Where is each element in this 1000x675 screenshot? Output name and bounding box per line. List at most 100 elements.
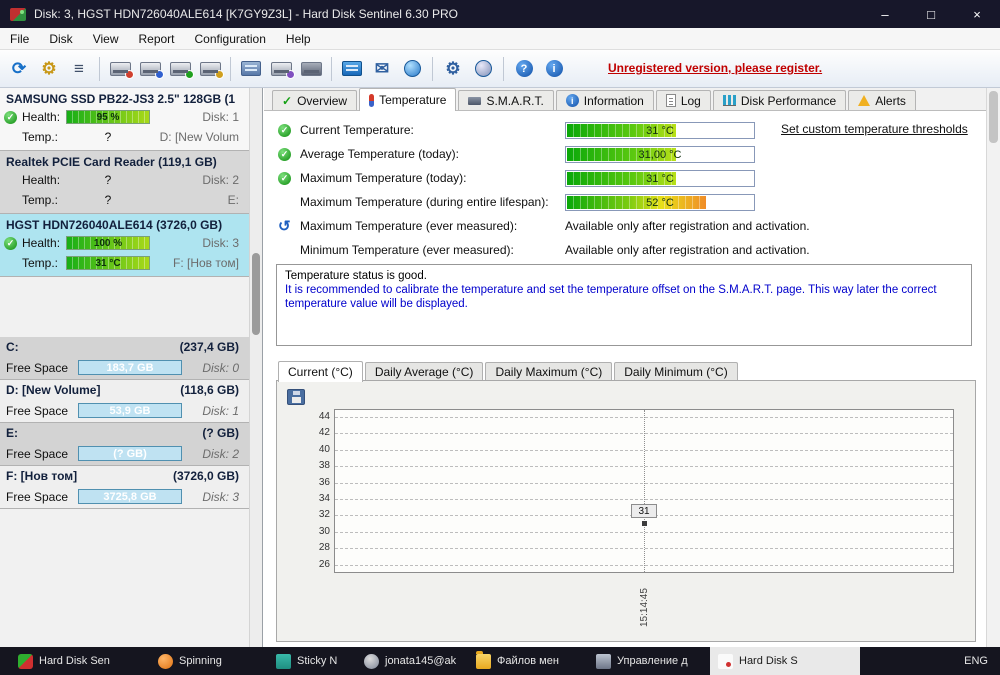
status-ok-icon: ✓ — [278, 147, 291, 161]
info-icon[interactable]: i — [540, 55, 568, 83]
content-scrollbar-thumb[interactable] — [989, 91, 998, 143]
taskbar-hard-disk-sentinel-active[interactable]: Hard Disk S — [710, 647, 860, 675]
disk-dark-icon[interactable] — [297, 55, 325, 83]
disk-entry-samsung[interactable]: SAMSUNG SSD PB22-JS3 2.5" 128GB (1 ✓ Hea… — [0, 88, 249, 151]
temperature-rows: ✓ Current Temperature: 31 °C ✓ Average T… — [278, 118, 978, 262]
partition-name: C: — [6, 340, 19, 354]
status-line-2: It is recommended to calibrate the tempe… — [285, 284, 937, 310]
temp-row-label: Minimum Temperature (ever measured): — [300, 243, 514, 257]
partition-entry-f[interactable]: F: [Нов том] (3726,0 GB) Free Space 3725… — [0, 466, 249, 509]
content-scrollbar[interactable] — [986, 88, 1000, 647]
partition-entry-d[interactable]: D: [New Volume] (118,6 GB) Free Space 53… — [0, 380, 249, 423]
shield-icon — [18, 653, 33, 669]
taskbar-hard-disk-sentinel-tray[interactable]: Hard Disk Sen — [10, 647, 118, 675]
save-chart-icon[interactable] — [287, 389, 305, 405]
disk-name: SAMSUNG SSD PB22-JS3 2.5" 128GB (1 — [6, 92, 236, 106]
disk-remove-icon[interactable] — [106, 55, 134, 83]
disk-name: Realtek PCIE Card Reader (119,1 GB) — [6, 155, 217, 169]
taskbar-sticky-notes[interactable]: Sticky N — [268, 647, 345, 675]
tab-alerts[interactable]: Alerts — [848, 90, 916, 110]
menu-file[interactable]: File — [0, 28, 39, 49]
sidebar-scrollbar[interactable] — [249, 88, 262, 647]
health-label: Health: — [22, 110, 61, 124]
drive-letter: D: [New Volum — [159, 130, 239, 144]
temperature-bar: 31,00 °C — [565, 145, 755, 163]
toolbar-separator — [331, 56, 332, 81]
chart-tab-bar: Current (°C) Daily Average (°C) Daily Ma… — [278, 360, 740, 382]
report-icon[interactable]: ≡ — [65, 55, 93, 83]
minimize-button[interactable]: – — [862, 0, 908, 28]
menu-view[interactable]: View — [83, 28, 129, 49]
y-tick: 26 — [318, 559, 330, 570]
menu-report[interactable]: Report — [128, 28, 184, 49]
registration-icon: ↺ — [278, 218, 291, 235]
mail-icon[interactable]: ✉ — [368, 55, 396, 83]
partition-entry-e[interactable]: E: (? GB) Free Space (? GB) Disk: 2 — [0, 423, 249, 466]
tab-overview[interactable]: ✓ Overview — [272, 90, 358, 110]
free-space-bar: 53,9 GB — [78, 403, 182, 418]
app-icon — [10, 7, 26, 21]
panel-report-icon[interactable] — [338, 55, 366, 83]
menu-configuration[interactable]: Configuration — [185, 28, 276, 49]
close-button[interactable]: × — [954, 0, 1000, 28]
help-icon[interactable]: ? — [510, 55, 538, 83]
globe-disc-icon[interactable] — [469, 55, 497, 83]
window-title: Disk: 3, HGST HDN726040ALE614 [K7GY9Z3L]… — [34, 7, 458, 21]
maximize-button[interactable]: □ — [908, 0, 954, 28]
y-tick: 40 — [318, 444, 330, 455]
disk-copy-icon[interactable] — [267, 55, 295, 83]
settings-gear-icon[interactable]: ⚙ — [439, 55, 467, 83]
free-space-bar: (? GB) — [78, 446, 182, 461]
temp-row-label: Current Temperature: — [300, 123, 414, 137]
toolbar-separator — [99, 56, 100, 81]
register-link[interactable]: Unregistered version, please register. — [608, 61, 822, 75]
sticky-notes-icon — [276, 653, 291, 669]
taskbar-disk-management[interactable]: Управление д — [588, 647, 696, 675]
taskbar-spinning[interactable]: Spinning — [150, 647, 230, 675]
sidebar-scrollbar-thumb[interactable] — [252, 253, 260, 335]
health-value: ? — [104, 173, 112, 187]
device-icon[interactable] — [237, 55, 265, 83]
performance-icon — [722, 95, 736, 106]
update-icon[interactable]: ⚙ — [35, 55, 63, 83]
y-tick: 44 — [318, 411, 330, 422]
menu-help[interactable]: Help — [276, 28, 321, 49]
chart-tab-daily-average[interactable]: Daily Average (°C) — [364, 362, 484, 381]
toolbar-separator — [432, 56, 433, 81]
status-line-1: Temperature status is good. — [285, 270, 427, 282]
disk-number: Disk: 3 — [202, 236, 239, 250]
alerts-icon — [858, 95, 871, 106]
taskbar-file-manager[interactable]: Файлов мен — [468, 647, 567, 675]
disk-ok-icon[interactable] — [166, 55, 194, 83]
temp-value: ? — [104, 193, 112, 207]
chart-tab-current[interactable]: Current (°C) — [278, 361, 363, 382]
chart-tab-daily-minimum[interactable]: Daily Minimum (°C) — [614, 362, 738, 381]
temp-row-lifespan-max: Maximum Temperature (during entire lifes… — [278, 190, 978, 214]
disk-search-icon[interactable] — [196, 55, 224, 83]
set-thresholds-link[interactable]: Set custom temperature thresholds — [781, 122, 968, 136]
partition-size: (237,4 GB) — [179, 340, 239, 354]
language-indicator[interactable]: ENG — [964, 647, 988, 675]
tab-disk-performance[interactable]: Disk Performance — [712, 90, 847, 110]
disk-entry-realtek[interactable]: Realtek PCIE Card Reader (119,1 GB) Heal… — [0, 151, 249, 214]
free-space-label: Free Space — [6, 489, 69, 504]
tab-log[interactable]: Log — [655, 90, 711, 110]
partition-name: D: [New Volume] — [6, 383, 101, 397]
menu-disk[interactable]: Disk — [39, 28, 82, 49]
chart-tab-daily-maximum[interactable]: Daily Maximum (°C) — [485, 362, 613, 381]
refresh-icon[interactable]: ⟳ — [5, 55, 33, 83]
disk-management-icon — [596, 653, 611, 669]
network-monitor-icon[interactable] — [398, 55, 426, 83]
temperature-bar: 52 °C — [565, 193, 755, 211]
taskbar-user-account[interactable]: jonata145@ak — [356, 647, 464, 675]
tab-smart[interactable]: S.M.A.R.T. — [458, 90, 554, 110]
free-space-bar: 3725,8 GB — [78, 489, 182, 504]
partition-entry-c[interactable]: C: (237,4 GB) Free Space 183,7 GB Disk: … — [0, 337, 249, 380]
tab-temperature[interactable]: Temperature — [359, 88, 457, 111]
disk-test-icon[interactable] — [136, 55, 164, 83]
y-tick: 34 — [318, 493, 330, 504]
disk-entry-hgst-selected[interactable]: HGST HDN726040ALE614 (3726,0 GB) ✓ Healt… — [0, 214, 249, 277]
avatar-icon — [364, 653, 379, 669]
tab-information[interactable]: i Information — [555, 90, 654, 110]
temp-row-ever-min: Minimum Temperature (ever measured): Ava… — [278, 238, 978, 262]
